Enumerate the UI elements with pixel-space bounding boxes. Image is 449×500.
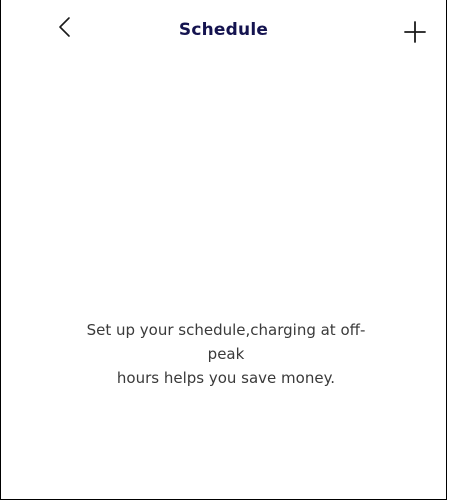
empty-state-line-2: peak	[207, 345, 245, 363]
header-bar: Schedule	[1, 0, 446, 66]
plus-icon	[404, 21, 426, 43]
page-title: Schedule	[178, 20, 269, 40]
empty-state-message: Set up your schedule,charging at off- pe…	[61, 318, 391, 390]
schedule-screen: Schedule Set up your schedule,charging a…	[0, 0, 447, 500]
empty-state-line-3: hours helps you save money.	[116, 369, 336, 387]
empty-state-line-1: Set up your schedule,charging at off-	[86, 321, 366, 339]
add-schedule-button[interactable]	[401, 18, 429, 46]
